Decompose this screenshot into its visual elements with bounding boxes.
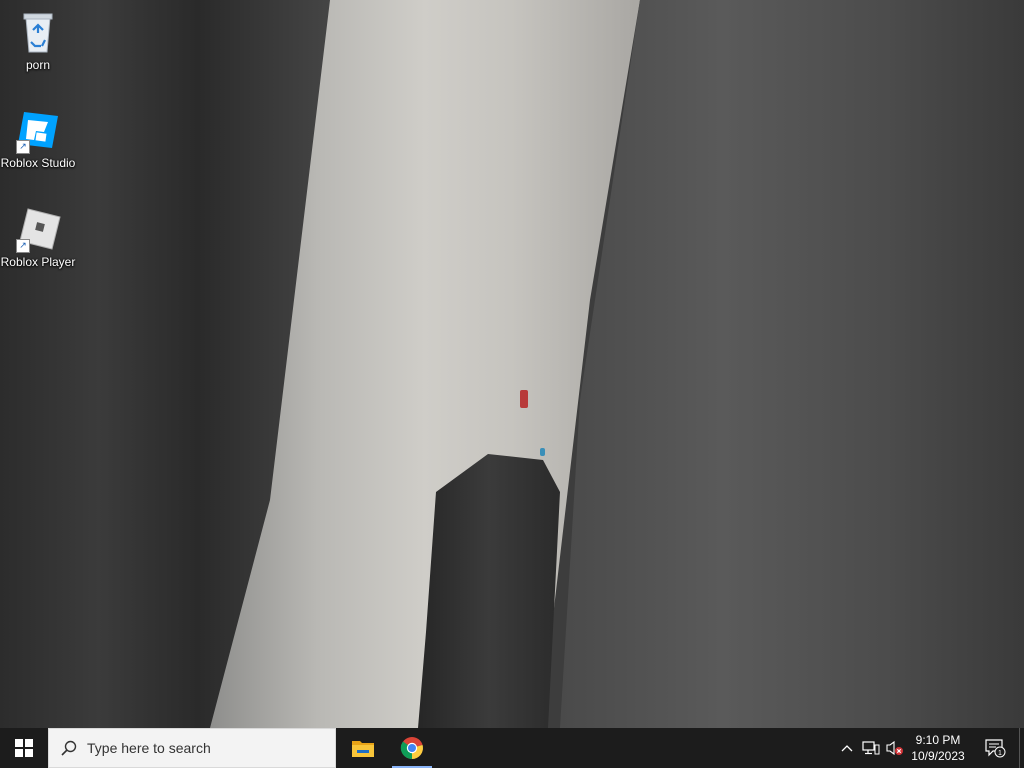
- taskbar-search-box[interactable]: Type here to search: [48, 728, 336, 768]
- clock-date: 10/9/2023: [911, 749, 965, 763]
- volume-muted-icon: [886, 740, 903, 756]
- taskbar: Type here to search 9:10 PM 10/9/2023 1: [0, 728, 1024, 768]
- folder-icon: [352, 741, 374, 757]
- shortcut-arrow-icon: ↗: [16, 239, 30, 253]
- chrome-icon: [400, 737, 423, 759]
- recycle-bin-icon: [14, 8, 62, 56]
- desktop-icon-roblox-player[interactable]: ↗ Roblox Player: [0, 205, 76, 269]
- wallpaper-climber-red: [520, 390, 528, 408]
- wallpaper-right-cliff: [560, 0, 1024, 728]
- wallpaper-dark-block: [418, 454, 560, 728]
- tray-network[interactable]: [860, 728, 882, 768]
- desktop-icon-label: Roblox Player: [0, 255, 76, 269]
- taskbar-file-explorer[interactable]: [339, 728, 387, 768]
- chevron-up-icon: [841, 745, 853, 752]
- tray-volume[interactable]: [884, 728, 906, 768]
- windows-logo-icon: [15, 739, 33, 757]
- taskbar-chrome[interactable]: [388, 728, 436, 768]
- desktop-icon-label: porn: [25, 58, 51, 72]
- desktop-wallpaper[interactable]: [0, 0, 1024, 728]
- desktop-icon-recycle-bin[interactable]: porn: [0, 8, 76, 72]
- wallpaper-climber-blue: [540, 448, 545, 456]
- taskbar-clock[interactable]: 9:10 PM 10/9/2023: [905, 728, 971, 768]
- notification-count: 1: [998, 750, 1002, 757]
- network-icon: [862, 741, 880, 755]
- roblox-player-icon: ↗: [14, 205, 62, 253]
- action-center-button[interactable]: 1: [978, 728, 1012, 768]
- tray-show-hidden-icons[interactable]: [838, 728, 856, 768]
- desktop-icon-roblox-studio[interactable]: ↗ Roblox Studio: [0, 106, 76, 170]
- shortcut-arrow-icon: ↗: [16, 140, 30, 154]
- notification-icon: 1: [985, 739, 1006, 758]
- roblox-studio-icon: ↗: [14, 106, 62, 154]
- show-desktop-button[interactable]: [1019, 728, 1024, 768]
- search-placeholder: Type here to search: [87, 740, 211, 756]
- desktop-icon-label: Roblox Studio: [0, 156, 76, 170]
- clock-time: 9:10 PM: [915, 733, 961, 747]
- search-icon: [61, 740, 77, 756]
- start-button[interactable]: [0, 728, 48, 768]
